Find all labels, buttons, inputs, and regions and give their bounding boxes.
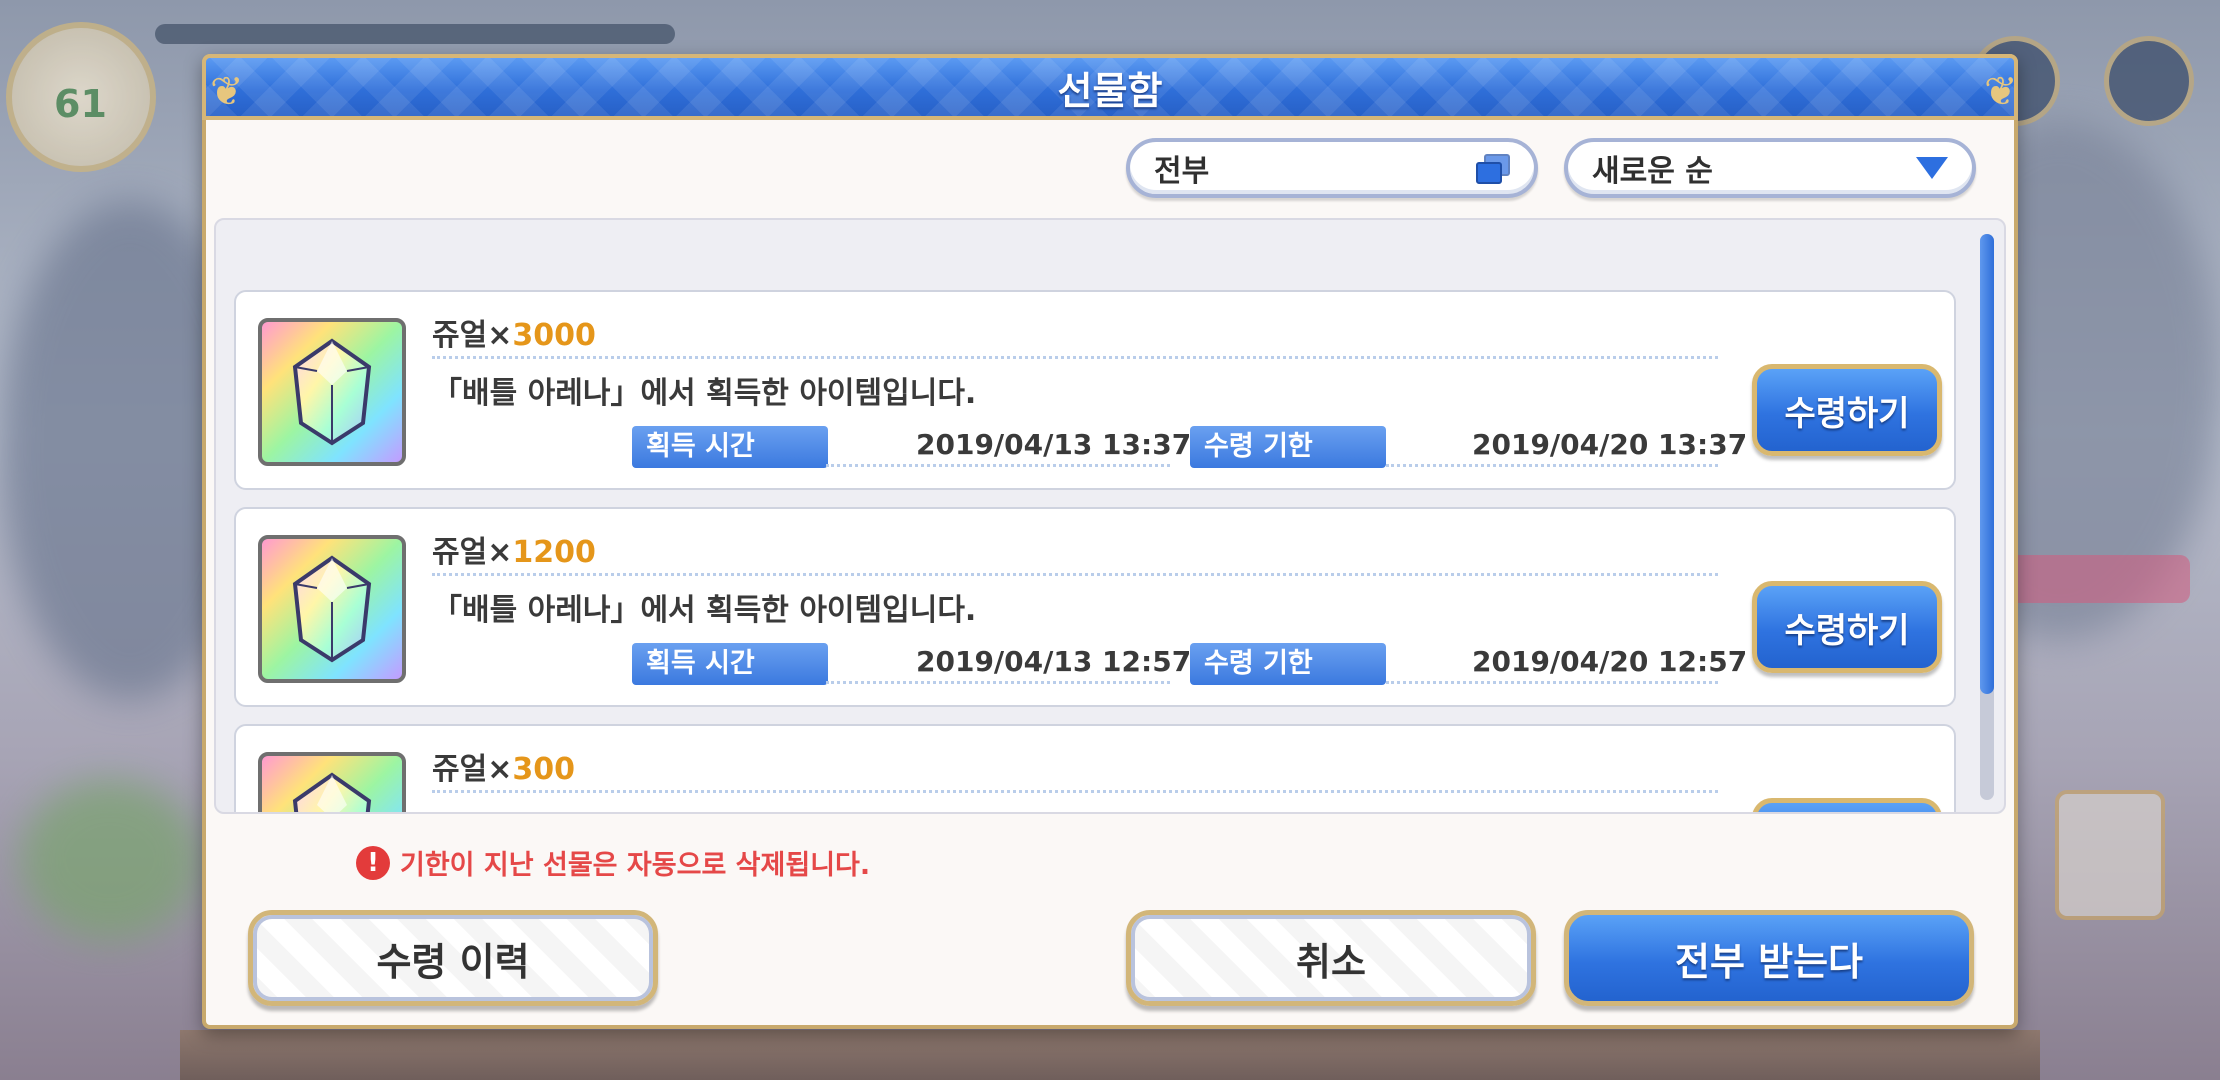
deadline-value: 2019/04/20 13:37 bbox=[1472, 428, 1748, 461]
item-name-text: 쥬얼× bbox=[432, 318, 513, 353]
dropdown-arrow-icon bbox=[1916, 157, 1948, 179]
background-bottom-nav bbox=[180, 1030, 2040, 1080]
item-thumbnail bbox=[258, 752, 406, 812]
sort-order-select[interactable]: 새로운 순 bbox=[1564, 138, 1976, 198]
gift-list[interactable]: 쥬얼×3000 「배틀 아레나」에서 획득한 아이템입니다. 획득 시간 201… bbox=[214, 218, 2006, 814]
divider bbox=[432, 790, 1718, 793]
divider bbox=[826, 464, 1170, 467]
layers-icon bbox=[1476, 154, 1510, 184]
item-description: 「배틀 아레나」에서 획득한 아이템입니다. bbox=[432, 593, 977, 628]
gift-box-dialog: ❦ 선물함 ❦ 전부 새로운 순 쥬얼×3000 「배틀 아레나」에서 획득한 … bbox=[202, 54, 2018, 1029]
deadline-value: 2019/04/20 12:57 bbox=[1472, 645, 1748, 678]
scrollbar-thumb[interactable] bbox=[1980, 234, 1994, 694]
receive-all-button[interactable]: 전부 받는다 bbox=[1564, 910, 1974, 1006]
ornament-icon: ❦ bbox=[210, 69, 244, 115]
exclamation-icon: ! bbox=[356, 845, 390, 880]
background-character bbox=[20, 780, 200, 940]
divider bbox=[1386, 681, 1718, 684]
item-description: 「배틀 아레나」에서 획득한 아이템입니다. bbox=[432, 376, 977, 411]
item-quantity: 300 bbox=[512, 752, 575, 787]
category-filter-value: 전부 bbox=[1154, 154, 1210, 189]
acquired-time-label: 획득 시간 bbox=[632, 643, 828, 685]
jewel-icon bbox=[292, 555, 372, 663]
background-gift-icon bbox=[2055, 790, 2165, 920]
ornament-icon: ❦ bbox=[1984, 69, 2018, 115]
expiry-warning: ! 기한이 지난 선물은 자동으로 삭제됩니다. bbox=[356, 843, 870, 882]
claim-button[interactable]: 수령하기 bbox=[1752, 364, 1942, 456]
item-quantity: 3000 bbox=[512, 318, 596, 353]
dialog-title: 선물함 bbox=[1057, 68, 1163, 113]
background-fullscreen-button bbox=[2104, 36, 2194, 126]
list-scrollbar[interactable] bbox=[1980, 234, 1994, 800]
acquired-time-value: 2019/04/13 12:57 bbox=[916, 645, 1192, 678]
item-thumbnail bbox=[258, 318, 406, 466]
cancel-button[interactable]: 취소 bbox=[1126, 910, 1536, 1006]
dialog-header: ❦ 선물함 ❦ bbox=[202, 54, 2018, 120]
claim-button[interactable]: 수령하기 bbox=[1752, 581, 1942, 673]
receipt-history-button[interactable]: 수령 이력 bbox=[248, 910, 658, 1006]
acquired-time-value: 2019/04/13 13:37 bbox=[916, 428, 1192, 461]
claim-button[interactable] bbox=[1752, 798, 1942, 812]
item-name-text: 쥬얼× bbox=[432, 535, 513, 570]
category-filter-select[interactable]: 전부 bbox=[1126, 138, 1538, 198]
item-name: 쥬얼×1200 bbox=[432, 527, 596, 571]
jewel-icon bbox=[292, 338, 372, 446]
acquired-time-label: 획득 시간 bbox=[632, 426, 828, 468]
item-thumbnail bbox=[258, 535, 406, 683]
gift-list-item: 쥬얼×3000 「배틀 아레나」에서 획득한 아이템입니다. 획득 시간 201… bbox=[234, 290, 1956, 490]
item-name-text: 쥬얼× bbox=[432, 752, 513, 787]
gift-list-item: 쥬얼×300 bbox=[234, 724, 1956, 812]
item-name: 쥬얼×300 bbox=[432, 744, 575, 788]
background-level-text: 61 bbox=[54, 82, 107, 126]
jewel-icon bbox=[292, 772, 372, 812]
deadline-label: 수령 기한 bbox=[1190, 426, 1386, 468]
divider bbox=[432, 573, 1718, 576]
background-exp-bar bbox=[155, 24, 675, 44]
item-quantity: 1200 bbox=[512, 535, 596, 570]
expiry-warning-text: 기한이 지난 선물은 자동으로 삭제됩니다. bbox=[400, 850, 871, 881]
item-name: 쥬얼×3000 bbox=[432, 310, 596, 354]
gift-list-item: 쥬얼×1200 「배틀 아레나」에서 획득한 아이템입니다. 획득 시간 201… bbox=[234, 507, 1956, 707]
divider bbox=[1386, 464, 1718, 467]
sort-order-value: 새로운 순 bbox=[1592, 154, 1713, 189]
divider bbox=[432, 356, 1718, 359]
deadline-label: 수령 기한 bbox=[1190, 643, 1386, 685]
divider bbox=[826, 681, 1170, 684]
